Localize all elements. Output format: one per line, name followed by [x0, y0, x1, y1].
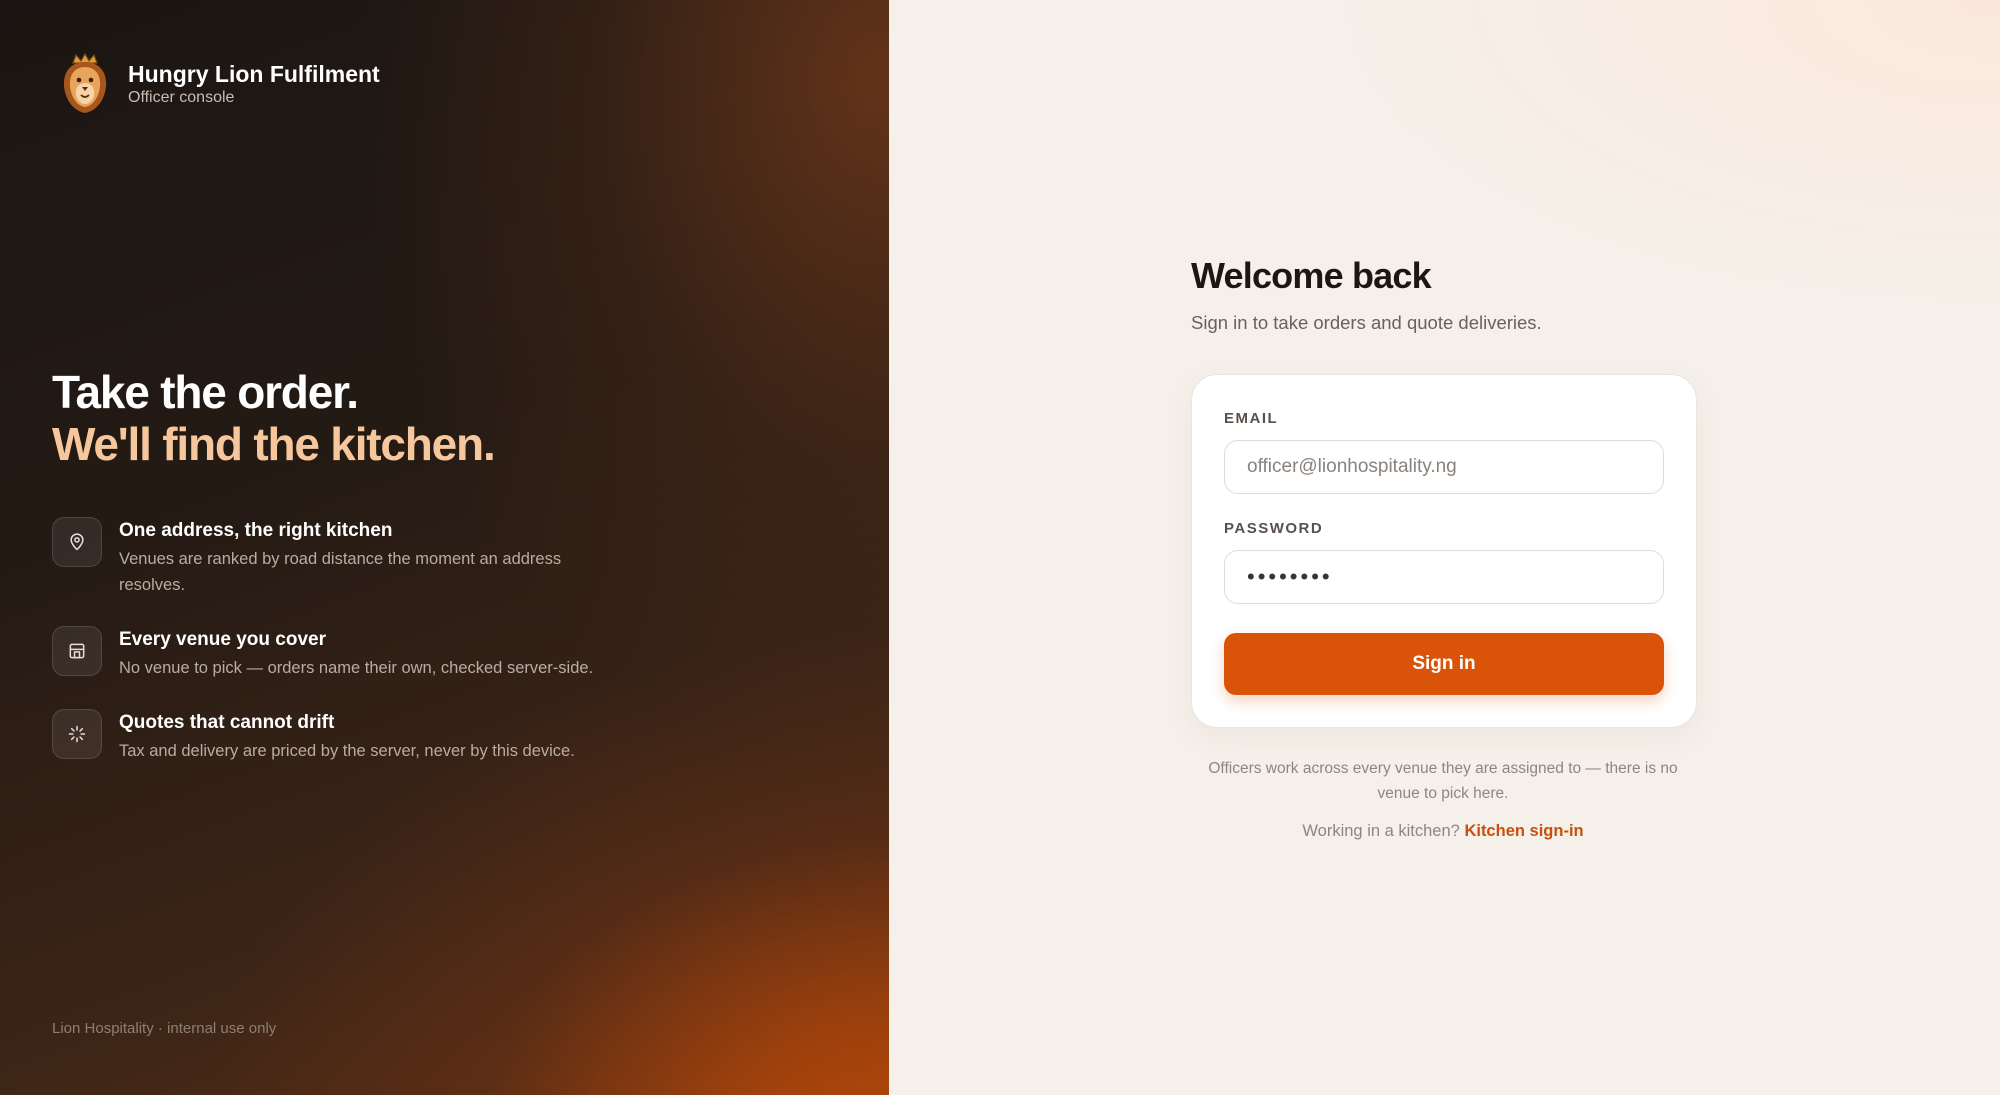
- hero-headline: Take the order. We'll find the kitchen.: [52, 366, 496, 470]
- brand-header: Hungry Lion Fulfilment Officer console: [60, 53, 380, 115]
- login-panel: Welcome back Sign in to take orders and …: [889, 0, 2000, 1095]
- lion-logo: [63, 53, 107, 113]
- loader-icon: [52, 709, 102, 759]
- feature-item: Quotes that cannot drift Tax and deliver…: [52, 709, 652, 764]
- feature-title: Quotes that cannot drift: [119, 712, 335, 733]
- feature-item: One address, the right kitchen Venues ar…: [52, 517, 652, 598]
- feature-item: Every venue you cover No venue to pick —…: [52, 626, 652, 681]
- feature-description: Venues are ranked by road distance the m…: [119, 550, 562, 594]
- brand-name: Hungry Lion Fulfilment: [128, 61, 380, 87]
- email-label: EMAIL: [1224, 410, 1279, 427]
- feature-list: One address, the right kitchen Venues ar…: [52, 517, 652, 792]
- kitchen-signin-prompt: Working in a kitchen? Kitchen sign-in: [1191, 822, 1695, 841]
- feature-title: Every venue you cover: [119, 629, 326, 650]
- footer-note: Lion Hospitality · internal use only: [52, 1020, 277, 1037]
- page-title: Welcome back: [1191, 255, 1432, 296]
- hero-line-1: Take the order.: [52, 366, 359, 418]
- kitchen-signin-link[interactable]: Kitchen sign-in: [1464, 822, 1583, 840]
- feature-description: No venue to pick — orders name their own…: [119, 659, 594, 677]
- feature-description: Tax and delivery are priced by the serve…: [119, 742, 575, 760]
- feature-title: One address, the right kitchen: [119, 520, 393, 541]
- sign-in-button[interactable]: Sign in: [1224, 633, 1664, 695]
- map-pin-icon: [52, 517, 102, 567]
- password-field[interactable]: [1224, 550, 1664, 604]
- storefront-icon: [52, 626, 102, 676]
- hero-line-2: We'll find the kitchen.: [52, 418, 496, 470]
- email-field[interactable]: [1224, 440, 1664, 494]
- brand-subtitle: Officer console: [128, 89, 235, 106]
- page-subtitle: Sign in to take orders and quote deliver…: [1191, 312, 1542, 333]
- password-label: PASSWORD: [1224, 520, 1324, 537]
- officer-note: Officers work across every venue they ar…: [1208, 760, 1678, 802]
- kitchen-prompt-text: Working in a kitchen?: [1302, 822, 1460, 840]
- brand-panel: Hungry Lion Fulfilment Officer console T…: [0, 0, 889, 1095]
- login-card: EMAIL PASSWORD Sign in: [1191, 374, 1697, 728]
